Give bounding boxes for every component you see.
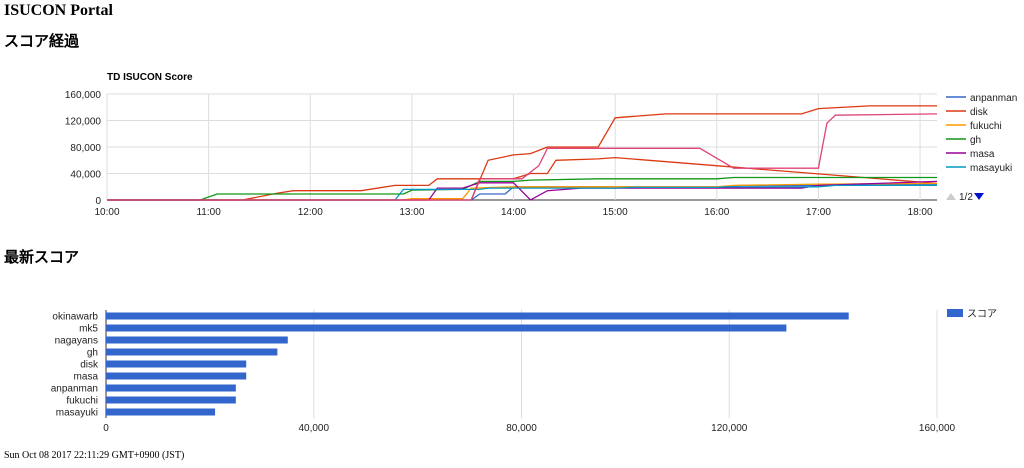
x-tick-label: 80,000 [506, 423, 537, 434]
legend-label-score: スコア [967, 309, 997, 320]
x-tick-label: 120,000 [711, 423, 748, 434]
bar-mk5 [106, 324, 787, 332]
bar-fukuchi [106, 396, 236, 404]
x-tick-label: 0 [103, 423, 109, 434]
category-label-mk5: mk5 [79, 324, 98, 335]
category-label-masayuki: masayuki [56, 408, 98, 419]
bar-masayuki [106, 408, 216, 416]
category-label-disk: disk [80, 360, 99, 371]
category-label-anpanman: anpanman [51, 384, 98, 395]
timestamp: Sun Oct 08 2017 22:11:29 GMT+0900 (JST) [4, 450, 185, 461]
bar-masa [106, 372, 247, 380]
category-label-nagayans: nagayans [55, 336, 98, 347]
bar-okinawarb [106, 312, 849, 320]
bar-gh [106, 348, 278, 356]
bar-anpanman [106, 384, 236, 392]
category-label-fukuchi: fukuchi [66, 396, 98, 407]
x-tick-label: 40,000 [298, 423, 329, 434]
bar-nagayans [106, 336, 288, 344]
x-tick-label: 160,000 [919, 423, 956, 434]
legend-swatch [947, 309, 963, 317]
category-label-gh: gh [87, 348, 98, 359]
latest-score-bar-chart: 0 40,000 80,000 120,000 160,000 okinawarbmk5n… [51, 309, 997, 434]
bar-disk [106, 360, 247, 368]
category-label-okinawarb: okinawarb [52, 312, 98, 323]
category-label-masa: masa [74, 372, 99, 383]
